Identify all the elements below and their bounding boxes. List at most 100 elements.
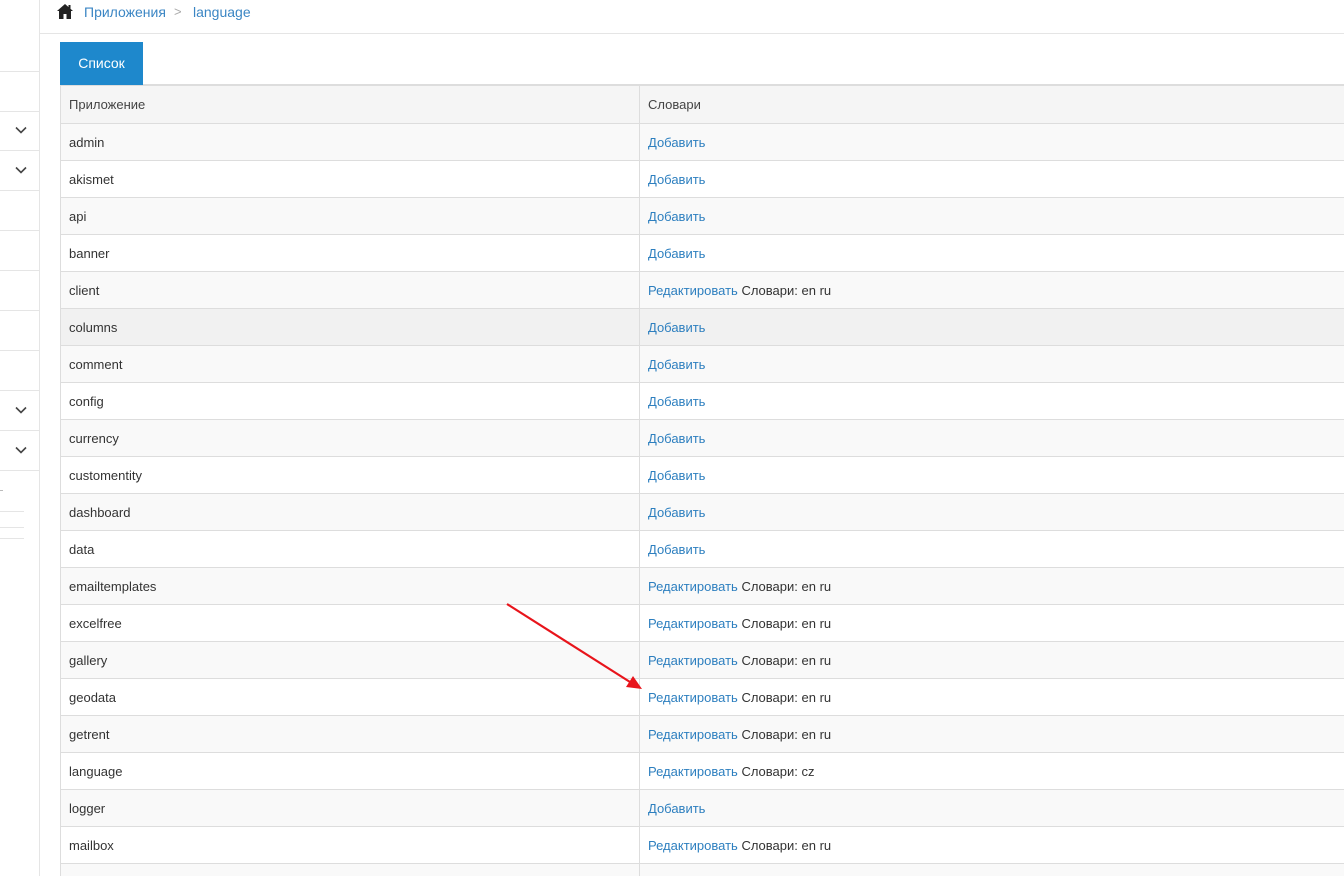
- chevron-down-icon: [15, 446, 27, 454]
- cell-app-name: admin: [60, 123, 640, 161]
- cell-app-name: logger: [60, 789, 640, 827]
- table-row: client Редактировать Словари: en ru: [60, 271, 1344, 309]
- add-link[interactable]: Добавить: [648, 468, 705, 483]
- add-link[interactable]: Добавить: [648, 172, 705, 187]
- table-row: customentity Добавить: [60, 456, 1344, 494]
- table-row: comment Добавить: [60, 345, 1344, 383]
- cell-app-name: mailbox: [60, 826, 640, 864]
- add-link[interactable]: Добавить: [648, 505, 705, 520]
- sidebar-divider: [0, 511, 24, 512]
- add-link[interactable]: Добавить: [648, 209, 705, 224]
- cell-app-name: comment: [60, 345, 640, 383]
- add-link[interactable]: Добавить: [648, 801, 705, 816]
- sidebar: [0, 0, 40, 876]
- cell-dictionaries: Добавить: [639, 197, 1344, 235]
- sidebar-item-expandable[interactable]: [0, 111, 39, 151]
- table-row: columns Добавить: [60, 308, 1344, 346]
- cell-dictionaries: Редактировать Словари: en ru: [639, 826, 1344, 864]
- sidebar-item-expandable[interactable]: [0, 391, 39, 431]
- apps-table: Приложение Словари admin Добавить akismet Д…: [60, 85, 1344, 876]
- cell-dictionaries: Редактировать Словари: en ru: [639, 271, 1344, 309]
- cell-dictionaries: Добавить: [639, 160, 1344, 198]
- cell-app-name: akismet: [60, 160, 640, 198]
- edit-link[interactable]: Редактировать: [648, 283, 738, 298]
- sidebar-item[interactable]: [0, 351, 39, 391]
- dictionaries-list: Словари: en ru: [741, 726, 832, 742]
- sidebar-item[interactable]: [0, 311, 39, 351]
- sidebar-item[interactable]: [0, 271, 39, 311]
- edit-link[interactable]: Редактировать: [648, 764, 738, 779]
- cell-dictionaries: Редактировать Словари: en ru: [639, 641, 1344, 679]
- table-row: geodata Редактировать Словари: en ru: [60, 678, 1344, 716]
- add-link[interactable]: Добавить: [648, 246, 705, 261]
- table-row: admin Добавить: [60, 123, 1344, 161]
- cell-app-name: language: [60, 752, 640, 790]
- sidebar-item[interactable]: [0, 191, 39, 231]
- cell-app-name: gallery: [60, 641, 640, 679]
- breadcrumb-link-language[interactable]: language: [193, 4, 251, 20]
- breadcrumb-separator: >: [174, 4, 182, 19]
- add-link[interactable]: Добавить: [648, 320, 705, 335]
- sidebar-divider: [0, 490, 3, 491]
- cell-app-name: data: [60, 530, 640, 568]
- edit-link[interactable]: Редактировать: [648, 579, 738, 594]
- chevron-down-icon: [15, 166, 27, 174]
- edit-link[interactable]: Редактировать: [648, 727, 738, 742]
- sidebar-divider: [0, 538, 24, 539]
- table-row: emailtemplates Редактировать Словари: en …: [60, 567, 1344, 605]
- edit-link[interactable]: Редактировать: [648, 690, 738, 705]
- sidebar-item[interactable]: [0, 32, 39, 72]
- cell-app-name: getrent: [60, 715, 640, 753]
- cell-app-name: excelfree: [60, 604, 640, 642]
- sidebar-item[interactable]: [0, 231, 39, 271]
- cell-dictionaries: Добавить: [639, 493, 1344, 531]
- cell-app-name: columns: [60, 308, 640, 346]
- dictionaries-list: Словари: en ru: [741, 652, 832, 668]
- cell-app-name: client: [60, 271, 640, 309]
- add-link[interactable]: Добавить: [648, 394, 705, 409]
- table-header-row: Приложение Словари: [60, 85, 1344, 124]
- table-row: gallery Редактировать Словари: en ru: [60, 641, 1344, 679]
- sidebar-item-expandable[interactable]: [0, 431, 39, 471]
- edit-link[interactable]: Редактировать: [648, 653, 738, 668]
- cell-dictionaries: Добавить: [639, 308, 1344, 346]
- cell-dictionaries: Редактировать Словари: en ru: [639, 604, 1344, 642]
- cell-dictionaries: Добавить: [639, 382, 1344, 420]
- table-row: akismet Добавить: [60, 160, 1344, 198]
- dictionaries-list: Словари: en ru: [741, 282, 832, 298]
- chevron-down-icon: [15, 126, 27, 134]
- table-row: config Добавить: [60, 382, 1344, 420]
- table-row: banner Добавить: [60, 234, 1344, 272]
- breadcrumb-link-apps[interactable]: Приложения: [84, 4, 166, 20]
- cell-app-name: banner: [60, 234, 640, 272]
- home-icon[interactable]: [56, 3, 74, 20]
- tab-list[interactable]: Список: [60, 42, 143, 85]
- dictionaries-list: Словари: en ru: [741, 615, 832, 631]
- table-row: mailbox Редактировать Словари: en ru: [60, 826, 1344, 864]
- add-link[interactable]: Добавить: [648, 431, 705, 446]
- cell-app-name: [60, 863, 640, 876]
- breadcrumb: Приложения > language: [40, 0, 1344, 34]
- column-header-app[interactable]: Приложение: [60, 85, 640, 124]
- cell-app-name: geodata: [60, 678, 640, 716]
- edit-link[interactable]: Редактировать: [648, 616, 738, 631]
- table-row: api Добавить: [60, 197, 1344, 235]
- table-row: language Редактировать Словари: cz: [60, 752, 1344, 790]
- cell-app-name: config: [60, 382, 640, 420]
- edit-link[interactable]: Редактировать: [648, 838, 738, 853]
- table-row: data Добавить: [60, 530, 1344, 568]
- sidebar-item[interactable]: [0, 72, 39, 112]
- cell-app-name: emailtemplates: [60, 567, 640, 605]
- table-row: [60, 863, 1344, 876]
- column-header-dictionaries[interactable]: Словари: [639, 85, 1344, 124]
- add-link[interactable]: Добавить: [648, 135, 705, 150]
- sidebar-item-expandable[interactable]: [0, 151, 39, 191]
- cell-dictionaries: Редактировать Словари: en ru: [639, 678, 1344, 716]
- cell-app-name: customentity: [60, 456, 640, 494]
- add-link[interactable]: Добавить: [648, 542, 705, 557]
- cell-dictionaries: Редактировать Словари: cz: [639, 752, 1344, 790]
- table-row: logger Добавить: [60, 789, 1344, 827]
- add-link[interactable]: Добавить: [648, 357, 705, 372]
- table-row: dashboard Добавить: [60, 493, 1344, 531]
- cell-dictionaries: Добавить: [639, 419, 1344, 457]
